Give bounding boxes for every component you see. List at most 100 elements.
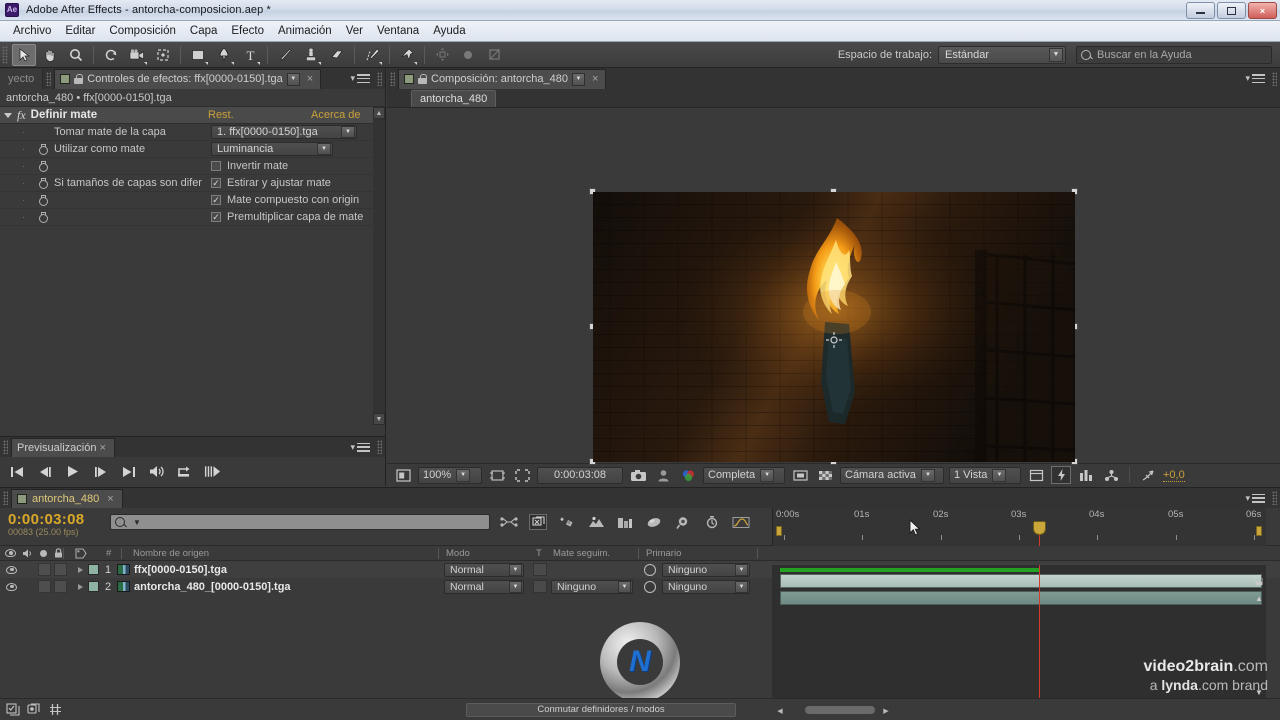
close-icon[interactable]: × — [104, 493, 116, 505]
menu-animacion[interactable]: Animación — [271, 23, 339, 39]
work-area-start-handle[interactable] — [776, 526, 782, 536]
zoom-tool[interactable] — [64, 44, 88, 66]
stopwatch-icon[interactable] — [38, 160, 48, 172]
tab-preview[interactable]: Previsualización × — [11, 437, 115, 457]
scroll-left-icon[interactable]: ◀ — [775, 706, 785, 715]
transparency-grid-icon[interactable] — [815, 466, 835, 484]
panel-menu-button[interactable]: ▾ — [1245, 73, 1265, 84]
next-frame-button[interactable] — [92, 464, 109, 479]
toggle-switches-modes-button[interactable]: Conmutar definidores / modos — [466, 702, 736, 717]
pixel-aspect-icon[interactable] — [1101, 466, 1121, 484]
help-search-input[interactable]: Buscar en la Ayuda — [1076, 45, 1272, 64]
eraser-tool[interactable] — [325, 44, 349, 66]
scroll-up-icon[interactable]: ▲ — [373, 107, 385, 119]
hand-tool[interactable] — [38, 44, 62, 66]
timeline-link-icon[interactable] — [1026, 466, 1046, 484]
transform-gizmo-icon[interactable] — [430, 44, 454, 66]
hide-shy-layers-icon[interactable] — [558, 514, 576, 530]
panel-grip-right[interactable] — [1272, 71, 1277, 86]
layer-parent-dropdown[interactable]: Ninguno ▼ — [662, 579, 750, 594]
resolution-dropdown[interactable]: Completa ▼ — [703, 466, 785, 484]
parent-pickwhip-icon[interactable] — [644, 580, 656, 593]
loop-button[interactable] — [176, 464, 193, 479]
last-frame-button[interactable] — [120, 464, 137, 479]
play-button[interactable] — [64, 464, 81, 479]
layer-duration-bar-2[interactable] — [780, 591, 1262, 605]
rotation-tool[interactable] — [99, 44, 123, 66]
3d-view-icon[interactable] — [1076, 466, 1096, 484]
workspace-select[interactable]: Estándar ▼ — [938, 45, 1066, 64]
layer-duration-bar-1[interactable] — [780, 574, 1262, 588]
live-update-icon[interactable] — [500, 514, 518, 530]
previous-frame-button[interactable] — [36, 464, 53, 479]
menu-archivo[interactable]: Archivo — [6, 23, 58, 39]
region-toggle-icon[interactable] — [790, 466, 810, 484]
grid-guides-icon[interactable] — [512, 466, 532, 484]
layer-lock-toggle[interactable] — [54, 580, 67, 593]
toolbar-grip[interactable] — [2, 45, 8, 64]
take-matte-from-layer-dropdown[interactable]: 1. ffx[0000-0150].tga ▼ — [211, 125, 357, 139]
exposure-icon[interactable] — [1138, 466, 1158, 484]
panel-grip[interactable] — [3, 491, 8, 505]
current-time-field[interactable]: 0:00:03:08 — [537, 466, 623, 484]
clone-stamp-tool[interactable] — [299, 44, 323, 66]
stopwatch-icon[interactable] — [38, 143, 48, 155]
exposure-value[interactable]: +0,0 — [1163, 469, 1185, 482]
brainstorm-icon[interactable] — [645, 514, 663, 530]
use-as-matte-dropdown[interactable]: Luminancia ▼ — [211, 142, 333, 156]
scroll-down-icon[interactable]: ▼ — [373, 413, 385, 425]
panel-grip-right[interactable] — [377, 71, 382, 86]
motion-blur-icon[interactable] — [616, 514, 634, 530]
chevron-down-icon[interactable]: ▼ — [286, 72, 300, 86]
tab-composition[interactable]: Composición: antorcha_480 ▼ × — [398, 68, 607, 89]
menu-composicion[interactable]: Composición — [102, 23, 182, 39]
selection-tool[interactable] — [12, 43, 36, 66]
layer-preserve-transparency-toggle[interactable] — [533, 580, 547, 593]
graph-editor-toggle-icon[interactable] — [48, 703, 62, 717]
stopwatch-icon[interactable] — [38, 194, 48, 206]
stopwatch-icon[interactable] — [38, 177, 48, 189]
layer-preserve-transparency-toggle[interactable] — [533, 563, 547, 576]
close-icon[interactable]: × — [304, 73, 316, 85]
current-time-indicator[interactable] — [1033, 521, 1046, 535]
timeline-horizontal-scrollbar[interactable]: ◀ ▶ — [775, 706, 1095, 716]
effect-controls-scrollbar[interactable]: ▲ ▼ — [373, 107, 385, 425]
tab-effect-controls[interactable]: Controles de efectos: ffx[0000-0150].tga… — [54, 68, 322, 89]
audio-toggle-button[interactable] — [148, 464, 165, 479]
tab-timeline-antorcha-480[interactable]: antorcha_480 × — [11, 488, 123, 508]
composition-viewer-stage[interactable] — [387, 108, 1280, 536]
views-dropdown[interactable]: 1 Vista ▼ — [949, 466, 1021, 484]
ram-preview-button[interactable] — [204, 464, 221, 479]
shape-tool[interactable] — [186, 44, 210, 66]
renderer-fast-icon[interactable] — [1051, 466, 1071, 484]
scroll-up-icon[interactable]: ▲ — [1253, 591, 1265, 605]
auto-keyframe-icon[interactable] — [674, 514, 692, 530]
layer-solo-toggle[interactable] — [38, 563, 51, 576]
column-mode-header[interactable]: Modo — [446, 548, 470, 559]
column-t-header[interactable]: T — [536, 548, 542, 559]
layer-bar-menu-icon[interactable]: ⬓ — [1253, 573, 1265, 589]
panel-menu-button[interactable]: ▾ — [350, 73, 370, 84]
layer-label-color[interactable] — [88, 564, 99, 575]
disclosure-triangle-icon[interactable] — [78, 566, 83, 573]
timecode-block[interactable]: 0:00:03:08 00083 (25.00 fps) — [0, 508, 84, 537]
layer-name[interactable]: antorcha_480_[0000-0150].tga — [134, 581, 291, 593]
text-tool[interactable]: T — [238, 44, 262, 66]
brush-tool[interactable] — [273, 44, 297, 66]
menu-capa[interactable]: Capa — [183, 23, 225, 39]
close-button[interactable]: × — [1248, 2, 1277, 19]
stretch-matte-control[interactable]: ✓ Estirar y ajustar mate — [211, 177, 331, 189]
invert-matte-control[interactable]: Invertir mate — [211, 160, 288, 172]
comp-flowchart-icon[interactable] — [27, 703, 41, 717]
zoom-level-dropdown[interactable]: 100% ▼ — [418, 466, 482, 484]
menu-ayuda[interactable]: Ayuda — [426, 23, 472, 39]
menu-ver[interactable]: Ver — [339, 23, 370, 39]
composite-matte-control[interactable]: ✓ Mate compuesto con origin — [211, 194, 359, 206]
panel-grip-right[interactable] — [1272, 491, 1277, 505]
layer-mode-dropdown[interactable]: Normal ▼ — [444, 562, 524, 577]
chevron-down-icon[interactable]: ▼ — [571, 72, 585, 86]
first-frame-button[interactable] — [8, 464, 25, 479]
close-icon[interactable]: × — [96, 442, 108, 454]
camera-tool[interactable] — [125, 44, 149, 66]
show-snapshot-icon[interactable] — [653, 466, 673, 484]
